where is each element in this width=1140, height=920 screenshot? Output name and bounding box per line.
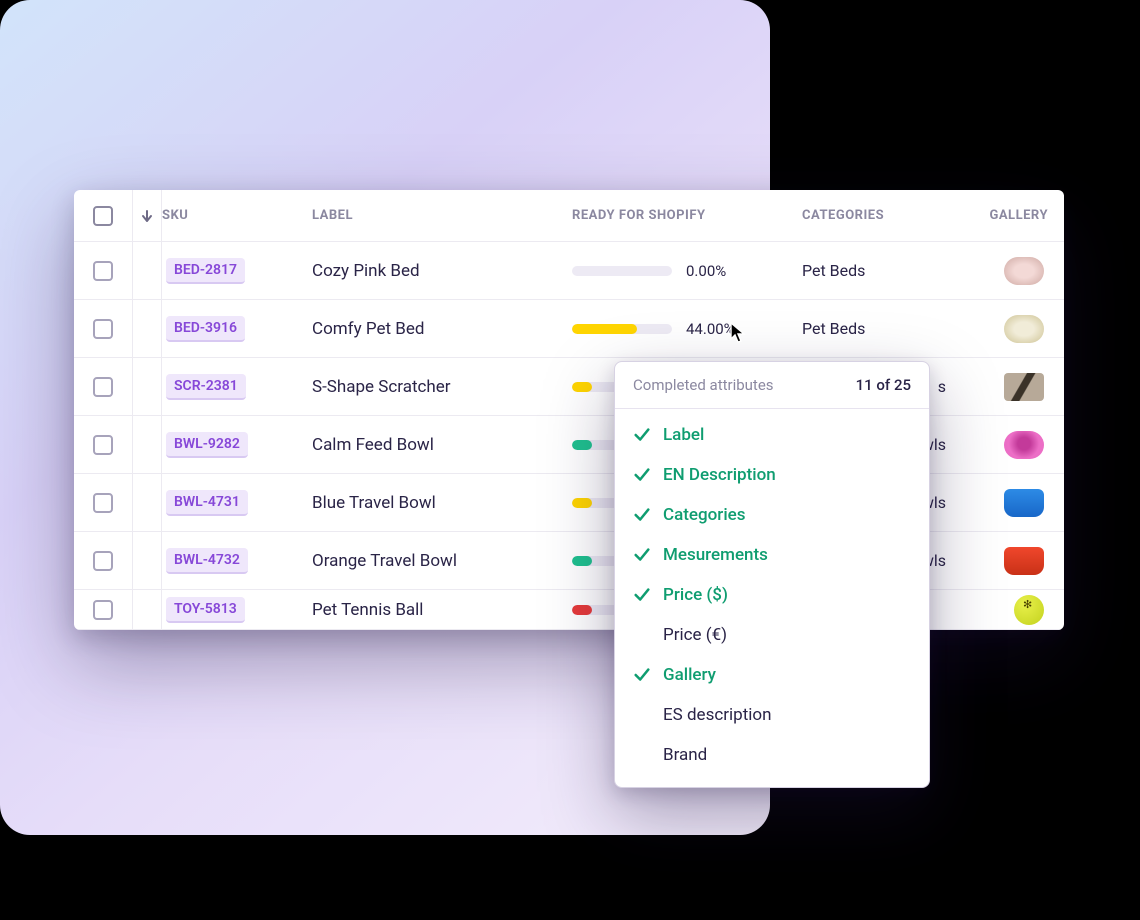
attribute-item: Price ($) (633, 577, 911, 613)
header-categories[interactable]: CATEGORIES (802, 208, 952, 223)
attribute-item: EN Description (633, 457, 911, 493)
row-checkbox[interactable] (93, 377, 113, 397)
categories-cell: Pet Beds (802, 261, 952, 280)
gallery-thumbnail[interactable] (1004, 257, 1044, 285)
attribute-label: Price ($) (663, 585, 728, 605)
sku-chip[interactable]: BWL-4732 (166, 548, 248, 574)
table-row[interactable]: BED-2817 Cozy Pink Bed 0.00% Pet Beds (74, 242, 1064, 300)
header-label[interactable]: LABEL (312, 208, 572, 223)
attribute-label: Mesurements (663, 545, 768, 565)
gallery-thumbnail[interactable] (1004, 373, 1044, 401)
gallery-thumbnail[interactable] (1014, 595, 1044, 625)
row-divider (132, 532, 162, 589)
row-checkbox[interactable] (93, 261, 113, 281)
product-label: Orange Travel Bowl (312, 551, 572, 571)
progress-cell: 44.00% (572, 320, 802, 338)
popover-count: 11 of 25 (856, 376, 911, 394)
table-header-row: SKU LABEL READY FOR SHOPIFY CATEGORIES G… (74, 190, 1064, 242)
row-checkbox[interactable] (93, 551, 113, 571)
popover-header: Completed attributes 11 of 25 (615, 362, 929, 409)
check-icon (633, 586, 651, 604)
check-icon (633, 426, 651, 444)
progress-fill (572, 324, 637, 334)
attribute-label: ES description (663, 705, 771, 725)
progress-fill (572, 382, 592, 392)
row-checkbox[interactable] (93, 319, 113, 339)
progress-bar[interactable] (572, 266, 672, 276)
row-divider (132, 242, 162, 299)
product-label: Comfy Pet Bed (312, 319, 572, 339)
sku-chip[interactable]: BED-2817 (166, 258, 245, 284)
progress-percent: 0.00% (686, 262, 726, 280)
row-checkbox[interactable] (93, 600, 113, 620)
check-icon (633, 666, 651, 684)
product-label: Calm Feed Bowl (312, 435, 572, 455)
progress-fill (572, 498, 592, 508)
header-gallery[interactable]: GALLERY (952, 208, 1064, 223)
row-divider (132, 300, 162, 357)
product-label: Cozy Pink Bed (312, 261, 572, 281)
gallery-thumbnail[interactable] (1004, 489, 1044, 517)
attribute-label: Price (€) (663, 625, 727, 645)
sort-descending-icon (139, 208, 155, 224)
categories-cell: Pet Beds (802, 319, 952, 338)
select-all-checkbox[interactable] (93, 206, 113, 226)
attribute-label: Categories (663, 505, 746, 525)
row-checkbox[interactable] (93, 435, 113, 455)
progress-fill (572, 556, 592, 566)
product-label: S-Shape Scratcher (312, 377, 572, 397)
gallery-thumbnail[interactable] (1004, 547, 1044, 575)
completed-attributes-popover: Completed attributes 11 of 25 Label EN De… (614, 361, 930, 788)
attribute-label: Gallery (663, 665, 716, 685)
product-label: Blue Travel Bowl (312, 493, 572, 513)
sku-chip[interactable]: BWL-4731 (166, 490, 248, 516)
attribute-item: Gallery (633, 657, 911, 693)
attribute-item: Brand (633, 737, 911, 773)
progress-bar[interactable] (572, 324, 672, 334)
progress-fill (572, 605, 592, 615)
attribute-item: Price (€) (633, 617, 911, 653)
attribute-label: Brand (663, 745, 707, 765)
row-divider (132, 358, 162, 415)
check-icon (633, 546, 651, 564)
sort-column[interactable] (132, 190, 162, 241)
sku-chip[interactable]: BWL-9282 (166, 432, 248, 458)
table-row[interactable]: BED-3916 Comfy Pet Bed 44.00% Pet Beds (74, 300, 1064, 358)
gallery-thumbnail[interactable] (1004, 315, 1044, 343)
attribute-item: Mesurements (633, 537, 911, 573)
gallery-thumbnail[interactable] (1004, 431, 1044, 459)
row-checkbox[interactable] (93, 493, 113, 513)
progress-percent: 44.00% (686, 320, 735, 338)
sku-chip[interactable]: BED-3916 (166, 316, 245, 342)
attribute-item: ES description (633, 697, 911, 733)
check-icon (633, 506, 651, 524)
check-icon (633, 466, 651, 484)
attribute-item: Categories (633, 497, 911, 533)
row-divider (132, 474, 162, 531)
header-sku[interactable]: SKU (162, 208, 312, 223)
progress-cell: 0.00% (572, 262, 802, 280)
row-divider (132, 416, 162, 473)
sku-chip[interactable]: SCR-2381 (166, 374, 246, 400)
attribute-label: Label (663, 425, 704, 445)
attribute-label: EN Description (663, 465, 776, 485)
progress-fill (572, 440, 592, 450)
popover-title: Completed attributes (633, 376, 774, 394)
sku-chip[interactable]: TOY-5813 (166, 597, 245, 623)
header-ready[interactable]: READY FOR SHOPIFY (572, 208, 802, 223)
attribute-item: Label (633, 417, 911, 453)
product-label: Pet Tennis Ball (312, 600, 572, 620)
row-divider (132, 590, 162, 629)
attribute-list: Label EN Description Categories Mesurements… (615, 409, 929, 787)
